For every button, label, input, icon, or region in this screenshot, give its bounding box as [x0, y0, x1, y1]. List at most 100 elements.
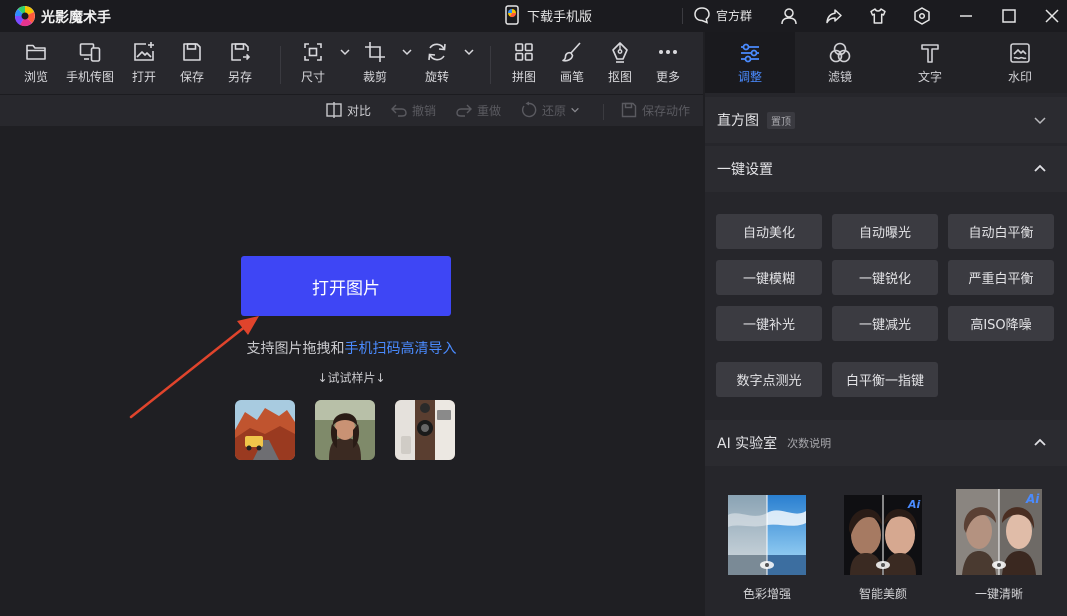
tshirt-icon[interactable] [868, 6, 888, 26]
one-click-section-header[interactable]: 一键设置 [705, 146, 1067, 192]
watermark-icon [1010, 42, 1030, 63]
histogram-title: 直方图 [717, 113, 759, 129]
minimize-icon[interactable] [956, 6, 976, 26]
crop-button[interactable]: 裁剪 [351, 40, 399, 88]
collage-button[interactable]: 拼图 [500, 40, 548, 88]
maximize-icon[interactable] [999, 6, 1019, 26]
open-image-button[interactable]: 打开图片 [241, 256, 451, 316]
save-button[interactable]: 保存 [168, 40, 216, 88]
redo-button[interactable]: 重做 [455, 101, 501, 119]
chevron-down-icon[interactable] [1033, 113, 1047, 127]
tab-watermark-label: 水印 [1007, 69, 1032, 84]
crop-dropdown-chevron-icon[interactable] [401, 46, 413, 58]
undo-button[interactable]: 撤销 [390, 101, 436, 119]
ai-one-click-clear-preview: Ai [956, 489, 1042, 575]
more-dots-icon [659, 50, 677, 54]
save-as-label: 另存 [227, 70, 252, 84]
devices-icon [79, 43, 101, 62]
app-title: 光影魔术手 [41, 10, 111, 26]
restore-button[interactable]: 还原 [520, 101, 580, 119]
save-label: 保存 [179, 70, 204, 84]
severe-white-balance-button[interactable]: 严重白平衡 [948, 260, 1054, 295]
reduce-light-button[interactable]: 一键减光 [832, 306, 938, 341]
download-mobile-label: 下载手机版 [527, 9, 593, 25]
cutout-button[interactable]: 抠图 [596, 40, 644, 88]
more-label: 更多 [655, 70, 680, 84]
save-action-icon [621, 102, 637, 118]
tab-watermark[interactable]: 水印 [975, 32, 1065, 93]
spot-metering-button[interactable]: 数字点测光 [716, 362, 822, 397]
ai-lab-section-header[interactable]: AI 实验室 次数说明 [705, 420, 1067, 466]
sample-image-2[interactable] [315, 400, 375, 460]
one-click-blur-button[interactable]: 一键模糊 [716, 260, 822, 295]
official-group-button[interactable]: 官方群 [693, 6, 752, 24]
official-group-label: 官方群 [716, 8, 753, 23]
ai-one-click-clear-card[interactable]: Ai 一键清晰 [954, 489, 1044, 602]
settings-hex-icon[interactable] [912, 6, 932, 26]
brush-label: 画笔 [559, 70, 584, 84]
histogram-section-header[interactable]: 直方图 置顶 [705, 97, 1067, 143]
high-iso-denoise-button[interactable]: 高ISO降噪 [948, 306, 1054, 341]
tab-adjust[interactable]: 调整 [705, 32, 795, 93]
fill-light-button[interactable]: 一键补光 [716, 306, 822, 341]
browse-label: 浏览 [23, 70, 48, 84]
import-hint: 支持图片拖拽和手机扫码高清导入 [0, 338, 703, 358]
user-icon[interactable] [779, 6, 799, 26]
ai-smart-beauty-card[interactable]: Ai 智能美颜 [838, 495, 928, 602]
redo-icon [456, 104, 472, 117]
resize-icon [304, 43, 322, 61]
restore-dropdown-chevron-icon[interactable] [570, 105, 580, 115]
download-mobile-link[interactable]: 下载手机版 [503, 5, 592, 25]
divider [490, 46, 491, 84]
compare-button[interactable]: 对比 [325, 101, 371, 119]
tab-text[interactable]: 文字 [885, 32, 975, 93]
sample-image-3[interactable] [395, 400, 455, 460]
right-panel: 调整 滤镜 文字 水印 直方图 置顶 一键设置 自动美化 自动曝光 自动白平衡 … [705, 32, 1067, 616]
seascape-preview-image [728, 495, 806, 575]
share-icon[interactable] [824, 6, 844, 26]
rotate-dropdown-chevron-icon[interactable] [463, 46, 475, 58]
rotate-icon [428, 43, 446, 61]
ai-lab-title: AI 实验室 [717, 436, 778, 452]
tab-filter-label: 滤镜 [827, 69, 852, 84]
cutout-label: 抠图 [607, 70, 632, 84]
save-as-icon [231, 43, 251, 61]
size-dropdown-chevron-icon[interactable] [339, 46, 351, 58]
app-logo-icon [14, 6, 35, 27]
brush-button[interactable]: 画笔 [548, 40, 596, 88]
phone-transfer-button[interactable]: 手机传图 [66, 40, 114, 88]
save-as-button[interactable]: 另存 [216, 40, 264, 88]
rotate-label: 旋转 [424, 70, 449, 84]
rotate-button[interactable]: 旋转 [413, 40, 461, 88]
brush-icon [562, 42, 581, 62]
size-button[interactable]: 尺寸 [289, 40, 337, 88]
import-hint-text: 支持图片拖拽和 [246, 341, 345, 357]
chevron-up-icon[interactable] [1033, 436, 1047, 450]
save-action-button[interactable]: 保存动作 [620, 101, 690, 119]
usage-info-link[interactable]: 次数说明 [787, 435, 831, 451]
chevron-up-icon[interactable] [1033, 162, 1047, 176]
open-label: 打开 [131, 70, 156, 84]
white-balance-picker-button[interactable]: 白平衡一指键 [832, 362, 938, 397]
sample-canyon-thumbnail [235, 400, 295, 460]
ai-color-enhance-card[interactable]: 色彩增强 [722, 495, 812, 602]
sample-image-1[interactable] [235, 400, 295, 460]
ai-one-click-clear-label: 一键清晰 [974, 587, 1023, 601]
browse-button[interactable]: 浏览 [12, 40, 60, 88]
auto-white-balance-button[interactable]: 自动白平衡 [948, 214, 1054, 249]
open-button[interactable]: 打开 [120, 40, 168, 88]
more-button[interactable]: 更多 [644, 40, 692, 88]
pin-top-badge[interactable]: 置顶 [767, 111, 795, 129]
crop-label: 裁剪 [362, 70, 387, 84]
history-toolbar: 对比 撤销 重做 还原 保存动作 [0, 94, 703, 126]
close-icon[interactable] [1042, 6, 1062, 26]
one-click-sharpen-button[interactable]: 一键锐化 [832, 260, 938, 295]
compare-label: 对比 [347, 103, 372, 118]
auto-exposure-button[interactable]: 自动曝光 [832, 214, 938, 249]
auto-beautify-button[interactable]: 自动美化 [716, 214, 822, 249]
panel-tabs: 调整 滤镜 文字 水印 [705, 32, 1067, 93]
tab-filter[interactable]: 滤镜 [795, 32, 885, 93]
ai-badge-icon: Ai [907, 498, 921, 511]
qr-import-link[interactable]: 手机扫码高清导入 [345, 341, 457, 357]
canvas-area: 打开图片 支持图片拖拽和手机扫码高清导入 ↓试试样片↓ [0, 126, 703, 616]
